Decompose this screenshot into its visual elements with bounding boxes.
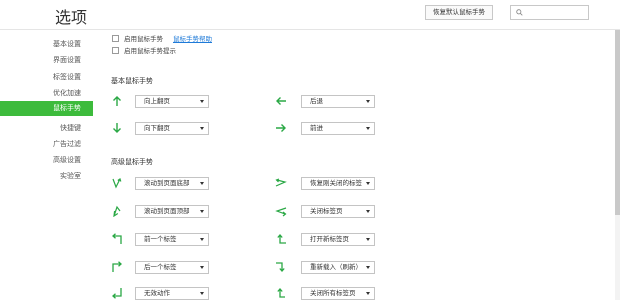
sidebar-item-adblock[interactable]: 广告过滤 bbox=[53, 139, 81, 149]
chevron-down-icon bbox=[366, 100, 370, 103]
gesture-up-left-select[interactable]: 前一个标签 bbox=[135, 233, 209, 246]
arrow-left-icon bbox=[275, 95, 287, 107]
gesture-up-right-icon bbox=[111, 261, 123, 273]
gesture-down-left-select[interactable]: 无效动作 bbox=[135, 287, 209, 300]
gesture-right-down-value: 重新载入（刷新） bbox=[310, 263, 362, 271]
search-input[interactable] bbox=[527, 7, 587, 18]
sidebar-item-shortcuts[interactable]: 快捷键 bbox=[60, 123, 81, 133]
scrollbar-thumb[interactable] bbox=[615, 30, 620, 215]
gesture-right-left-value: 恢复刚关闭的标签 bbox=[310, 179, 362, 187]
arrow-up-icon bbox=[111, 95, 123, 107]
header-bar: 选项 恢复默认鼠标手势 bbox=[0, 0, 620, 30]
sidebar-item-mouse-gestures[interactable]: 鼠标手势 bbox=[0, 101, 93, 116]
gesture-up-down-value: 滚动到页面顶部 bbox=[144, 207, 190, 215]
arrow-down-icon bbox=[111, 122, 123, 134]
gesture-up-select[interactable]: 向上翻页 bbox=[135, 95, 209, 108]
gesture-left-right-select[interactable]: 关闭标签页 bbox=[301, 205, 375, 218]
basic-gestures-title: 基本鼠标手势 bbox=[111, 77, 153, 85]
sidebar-item-tabs[interactable]: 标签设置 bbox=[53, 72, 81, 82]
chevron-down-icon bbox=[366, 292, 370, 295]
gesture-up-value: 向上翻页 bbox=[144, 97, 170, 105]
gesture-up-right-select[interactable]: 后一个标签 bbox=[135, 261, 209, 274]
sidebar-item-advanced[interactable]: 高级设置 bbox=[53, 155, 81, 165]
sidebar: 基本设置 界面设置 标签设置 优化加速 鼠标手势 快捷键 广告过滤 高级设置 实… bbox=[0, 30, 93, 300]
gesture-left-up-value: 打开新标签页 bbox=[310, 235, 349, 243]
gesture-down-left-value: 无效动作 bbox=[144, 289, 170, 297]
chevron-down-icon bbox=[200, 292, 204, 295]
gesture-left-up-alt-value: 关闭所有标签页 bbox=[310, 289, 356, 297]
gesture-right-left-select[interactable]: 恢复刚关闭的标签 bbox=[301, 177, 375, 190]
chevron-down-icon bbox=[366, 182, 370, 185]
gesture-right-down-select[interactable]: 重新载入（刷新） bbox=[301, 261, 375, 274]
chevron-down-icon bbox=[366, 238, 370, 241]
gesture-down-value: 向下翻页 bbox=[144, 124, 170, 132]
arrow-right-icon bbox=[275, 122, 287, 134]
gesture-down-up-icon bbox=[111, 177, 123, 189]
enable-gesture-checkbox[interactable] bbox=[112, 34, 119, 42]
gesture-left-up-alt-icon bbox=[275, 287, 287, 299]
gesture-down-up-select[interactable]: 滚动到页面底部 bbox=[135, 177, 209, 190]
gesture-left-up-select[interactable]: 打开新标签页 bbox=[301, 233, 375, 246]
gesture-right-select[interactable]: 前进 bbox=[301, 122, 375, 135]
gesture-up-left-icon bbox=[111, 233, 123, 245]
gesture-left-select[interactable]: 后退 bbox=[301, 95, 375, 108]
chevron-down-icon bbox=[200, 127, 204, 130]
restore-default-gestures-button[interactable]: 恢复默认鼠标手势 bbox=[425, 5, 493, 20]
gesture-left-value: 后退 bbox=[310, 97, 323, 105]
gesture-up-down-select[interactable]: 滚动到页面顶部 bbox=[135, 205, 209, 218]
gesture-left-right-icon bbox=[275, 205, 287, 217]
search-icon bbox=[516, 9, 523, 16]
chevron-down-icon bbox=[366, 266, 370, 269]
gesture-help-link[interactable]: 鼠标手势帮助 bbox=[173, 33, 212, 43]
page-title: 选项 bbox=[55, 8, 88, 27]
chevron-down-icon bbox=[366, 127, 370, 130]
gesture-up-right-value: 后一个标签 bbox=[144, 263, 177, 271]
gesture-left-up-icon bbox=[275, 233, 287, 245]
sidebar-item-basic[interactable]: 基本设置 bbox=[53, 39, 81, 49]
gesture-down-up-value: 滚动到页面底部 bbox=[144, 179, 190, 187]
gesture-down-select[interactable]: 向下翻页 bbox=[135, 122, 209, 135]
gesture-right-value: 前进 bbox=[310, 124, 323, 132]
gesture-right-left-icon bbox=[275, 177, 287, 189]
chevron-down-icon bbox=[366, 210, 370, 213]
chevron-down-icon bbox=[200, 100, 204, 103]
gesture-left-right-value: 关闭标签页 bbox=[310, 207, 343, 215]
enable-gesture-label: 启用鼠标手势 bbox=[124, 35, 163, 43]
gesture-settings-panel: 启用鼠标手势 鼠标手势帮助 启用鼠标手势提示 基本鼠标手势 向上翻页 后退 向下… bbox=[93, 30, 620, 300]
chevron-down-icon bbox=[200, 182, 204, 185]
gesture-up-left-value: 前一个标签 bbox=[144, 235, 177, 243]
enable-gesture-row: 启用鼠标手势 鼠标手势帮助 bbox=[112, 33, 212, 43]
sidebar-item-optimize[interactable]: 优化加速 bbox=[53, 88, 81, 98]
gesture-down-left-icon bbox=[111, 287, 123, 299]
enable-hint-row: 启用鼠标手势提示 bbox=[112, 45, 176, 55]
gesture-right-down-icon bbox=[275, 261, 287, 273]
sidebar-item-interface[interactable]: 界面设置 bbox=[53, 55, 81, 65]
enable-hint-label: 启用鼠标手势提示 bbox=[124, 47, 176, 55]
enable-hint-checkbox[interactable] bbox=[112, 46, 119, 54]
gesture-left-up-alt-select[interactable]: 关闭所有标签页 bbox=[301, 287, 375, 300]
advanced-gestures-title: 高级鼠标手势 bbox=[111, 158, 153, 166]
chevron-down-icon bbox=[200, 210, 204, 213]
search-field[interactable] bbox=[510, 5, 589, 20]
chevron-down-icon bbox=[200, 266, 204, 269]
gesture-up-down-icon bbox=[111, 205, 123, 217]
chevron-down-icon bbox=[200, 238, 204, 241]
sidebar-item-lab[interactable]: 实验室 bbox=[60, 171, 81, 181]
